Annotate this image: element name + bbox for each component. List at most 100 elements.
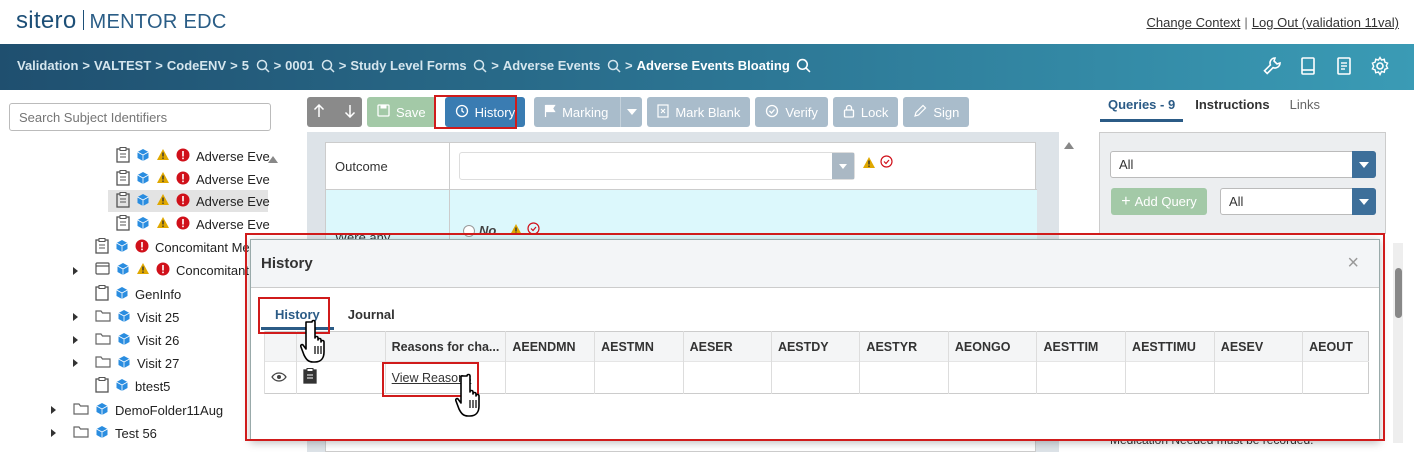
- cube-icon: [136, 148, 150, 165]
- top-links: Change Context | Log Out (validation 11val…: [1146, 15, 1399, 30]
- tree-node-label: Concomitant Me: [155, 239, 250, 255]
- app-logo: sitero MENTOR EDC: [16, 7, 227, 35]
- folder-icon: [95, 309, 111, 325]
- add-query-button[interactable]: + Add Query: [1111, 188, 1207, 215]
- flag-icon: [544, 104, 556, 121]
- gear-icon[interactable]: [1370, 56, 1390, 76]
- search-icon[interactable]: [473, 59, 487, 73]
- search-icon[interactable]: [256, 59, 270, 73]
- warning-icon: [156, 148, 170, 164]
- breadcrumb-subject[interactable]: 0001: [285, 58, 314, 73]
- tree-node-label: DemoFolder11Aug: [115, 402, 224, 418]
- breadcrumb-valtest[interactable]: VALTEST: [94, 58, 151, 73]
- tree-node-form[interactable]: GenInfo: [95, 283, 255, 305]
- tab-links[interactable]: Links: [1282, 90, 1328, 122]
- clipboard-icon: [116, 169, 130, 189]
- change-context-link[interactable]: Change Context: [1146, 15, 1240, 30]
- tree-node-form-selected[interactable]: Adverse Eve: [108, 190, 270, 212]
- tree-node-label: Visit 26: [137, 332, 180, 348]
- verify-button[interactable]: Verify: [755, 97, 828, 127]
- search-icon[interactable]: [607, 59, 621, 73]
- form-folder-icon: [95, 262, 110, 278]
- tree-node-form[interactable]: Concomitant Me: [95, 236, 255, 258]
- search-icon[interactable]: [796, 58, 811, 73]
- breadcrumb-folder[interactable]: Study Level Forms: [350, 58, 466, 73]
- tree-node-label: Adverse Eve: [196, 171, 270, 187]
- save-button[interactable]: Save: [367, 97, 436, 127]
- right-tabs: Queries - 9 Instructions Links: [1100, 90, 1328, 122]
- tree-node-folder[interactable]: Concomitant: [95, 259, 255, 281]
- error-icon: [135, 239, 149, 256]
- tree-node-form[interactable]: btest5: [95, 375, 255, 397]
- arrow-up-icon[interactable]: [313, 103, 325, 121]
- tree-node-label: Adverse Eve: [196, 193, 270, 209]
- clipboard-empty-icon: [95, 376, 109, 396]
- breadcrumb-validation[interactable]: Validation: [17, 58, 78, 73]
- outcome-select[interactable]: [459, 152, 855, 180]
- expand-caret-icon[interactable]: [51, 429, 56, 437]
- verify-check-icon[interactable]: [880, 155, 893, 171]
- tab-queries[interactable]: Queries - 9: [1100, 90, 1184, 122]
- wrench-icon[interactable]: [1262, 56, 1282, 76]
- arrow-down-icon[interactable]: [344, 104, 356, 121]
- sign-button[interactable]: Sign: [903, 97, 970, 127]
- error-icon: [176, 193, 190, 210]
- blank-form-icon: [657, 103, 669, 121]
- clipboard-icon: [95, 237, 109, 257]
- tree-node-label: Visit 25: [137, 309, 180, 325]
- tree-node-folder[interactable]: Visit 26: [95, 329, 255, 351]
- mark-blank-button[interactable]: Mark Blank: [647, 97, 751, 127]
- tab-instructions[interactable]: Instructions: [1187, 90, 1277, 122]
- hand-cursor-icon: [455, 373, 480, 417]
- tree-node-folder[interactable]: Visit 25: [95, 306, 255, 328]
- cube-icon: [116, 262, 130, 279]
- breadcrumb-site[interactable]: 5: [242, 58, 249, 73]
- expand-caret-icon[interactable]: [73, 359, 78, 367]
- breadcrumb-form-group[interactable]: Adverse Events: [503, 58, 601, 73]
- subject-search-input[interactable]: [9, 103, 271, 131]
- marking-button[interactable]: Marking: [534, 97, 643, 127]
- expand-caret-icon[interactable]: [73, 267, 78, 275]
- warning-icon[interactable]: [862, 156, 876, 172]
- tree-node-folder[interactable]: Visit 27: [95, 352, 255, 374]
- tree-node-form[interactable]: Adverse Eve: [116, 145, 278, 167]
- tree-node-folder[interactable]: Test 56: [73, 422, 253, 444]
- outcome-row: Outcome: [326, 143, 1037, 190]
- logout-link[interactable]: Log Out (validation 11val): [1252, 15, 1399, 30]
- breadcrumb-codeenv[interactable]: CodeENV: [167, 58, 226, 73]
- expand-caret-icon[interactable]: [51, 406, 56, 414]
- cube-icon: [136, 171, 150, 188]
- cube-icon: [117, 309, 131, 326]
- tree-node-form[interactable]: Adverse Eve: [116, 213, 278, 235]
- expand-caret-icon[interactable]: [73, 336, 78, 344]
- save-icon: [377, 104, 390, 120]
- tree-node-form[interactable]: Adverse Eve: [116, 168, 278, 190]
- breadcrumb-current: Adverse Events Bloating: [636, 58, 790, 73]
- query-status-select[interactable]: All: [1110, 151, 1376, 178]
- chevron-down-icon[interactable]: [1352, 188, 1376, 215]
- marking-dropdown-icon[interactable]: [620, 97, 642, 127]
- warning-icon: [156, 171, 170, 187]
- search-icon[interactable]: [321, 59, 335, 73]
- book-icon[interactable]: [1298, 56, 1318, 76]
- expand-caret-icon[interactable]: [73, 313, 78, 321]
- form-scroll-up-icon[interactable]: [1064, 142, 1074, 149]
- tree-node-label: Adverse Eve: [196, 148, 270, 164]
- right-scrollbar-thumb[interactable]: [1395, 268, 1402, 318]
- tree-node-label: Test 56: [115, 425, 157, 441]
- breadcrumb-bar: Validation > VALTEST > CodeENV >5 >0001 > Stud…: [0, 44, 1414, 90]
- chevron-down-icon[interactable]: [832, 153, 854, 179]
- warning-icon: [156, 216, 170, 232]
- cube-icon: [117, 355, 131, 372]
- plus-icon: +: [1121, 192, 1131, 210]
- document-icon[interactable]: [1334, 56, 1354, 76]
- lock-button[interactable]: Lock: [832, 97, 899, 127]
- cube-icon: [95, 425, 109, 442]
- clipboard-empty-icon: [95, 284, 109, 304]
- chevron-down-icon[interactable]: [1352, 151, 1376, 178]
- pen-icon: [913, 104, 927, 121]
- outcome-label: Outcome: [326, 143, 450, 189]
- tree-node-folder[interactable]: DemoFolder11Aug: [73, 399, 253, 421]
- query-type-select[interactable]: All: [1220, 188, 1376, 215]
- tree-node-label: Concomitant: [176, 262, 249, 278]
